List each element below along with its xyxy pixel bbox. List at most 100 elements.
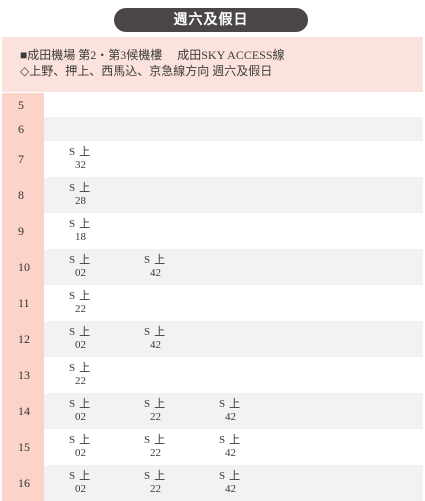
departure-minute: 22 <box>150 447 161 459</box>
departure-cells <box>44 117 423 141</box>
destination-mark: 上 <box>79 182 91 194</box>
departure[interactable]: S 上 42 <box>219 398 253 424</box>
hour-row: 14 S 上 02 S 上 22 S 上 42 <box>2 393 423 429</box>
departure-tags: S上 <box>69 290 103 303</box>
departure[interactable]: S 上 02 <box>69 470 103 496</box>
train-type: S <box>144 254 151 266</box>
train-type: S <box>69 362 76 374</box>
departure-minute: 18 <box>75 231 86 243</box>
destination-mark: 上 <box>79 146 91 158</box>
route-info: ■成田機場 第2・第3候機樓 成田SKY ACCESS線 ◇上野、押上、西馬込、… <box>2 37 423 92</box>
hour-label: 12 <box>2 321 44 357</box>
departure-minute: 22 <box>75 375 86 387</box>
hour-label: 6 <box>2 117 44 141</box>
destination-mark: 上 <box>79 218 91 230</box>
departure-tags: S上 <box>219 434 253 447</box>
departure[interactable]: S 上 02 <box>69 398 103 424</box>
departure-tags: S上 <box>144 326 178 339</box>
departure-cells: S 上 02 S 上 42 <box>44 321 423 357</box>
hour-label: 13 <box>2 357 44 393</box>
departure-minute: 32 <box>75 159 86 171</box>
departure-cells: S 上 02 S 上 42 <box>44 249 423 285</box>
departure-tags: S上 <box>69 326 103 339</box>
hour-label: 11 <box>2 285 44 321</box>
destination-mark: 上 <box>154 434 166 446</box>
departure-cells: S 上 18 <box>44 213 423 249</box>
departure-tags: S上 <box>69 434 103 447</box>
train-type: S <box>144 398 151 410</box>
departure[interactable]: S 上 42 <box>144 254 178 280</box>
hour-row: 5 <box>2 93 423 117</box>
train-type: S <box>69 326 76 338</box>
departure[interactable]: S 上 42 <box>219 434 253 460</box>
departure-tags: S上 <box>69 470 103 483</box>
hour-label: 7 <box>2 141 44 177</box>
departure-tags: S上 <box>144 254 178 267</box>
hour-label: 16 <box>2 465 44 501</box>
departure[interactable]: S 上 02 <box>69 434 103 460</box>
destination-mark: 上 <box>154 470 166 482</box>
departure[interactable]: S 上 02 <box>69 326 103 352</box>
departure-tags: S上 <box>219 470 253 483</box>
departure-tags: S上 <box>69 182 103 195</box>
hour-label: 15 <box>2 429 44 465</box>
destination-mark: 上 <box>79 326 91 338</box>
train-type: S <box>144 470 151 482</box>
departure[interactable]: S 上 18 <box>69 218 103 244</box>
train-type: S <box>69 182 76 194</box>
train-type: S <box>69 254 76 266</box>
departure-minute: 02 <box>75 411 86 423</box>
hour-row: 6 <box>2 117 423 141</box>
departure-minute: 02 <box>75 483 86 495</box>
departure-minute: 22 <box>150 483 161 495</box>
departure-tags: S上 <box>69 254 103 267</box>
train-type: S <box>69 398 76 410</box>
destination-mark: 上 <box>79 362 91 374</box>
hour-row: 13 S 上 22 <box>2 357 423 393</box>
destination-mark: 上 <box>229 398 241 410</box>
hour-label: 8 <box>2 177 44 213</box>
destination-mark: 上 <box>79 434 91 446</box>
departure[interactable]: S 上 22 <box>144 398 178 424</box>
departure-minute: 42 <box>225 447 236 459</box>
destination-mark: 上 <box>79 254 91 266</box>
departure[interactable]: S 上 22 <box>144 470 178 496</box>
destination-mark: 上 <box>229 470 241 482</box>
destination-mark: 上 <box>79 290 91 302</box>
departure[interactable]: S 上 28 <box>69 182 103 208</box>
destination-mark: 上 <box>229 434 241 446</box>
hour-label: 9 <box>2 213 44 249</box>
train-type: S <box>69 434 76 446</box>
destination-mark: 上 <box>154 398 166 410</box>
departure-tags: S上 <box>144 398 178 411</box>
departure[interactable]: S 上 22 <box>69 290 103 316</box>
departure-minute: 02 <box>75 447 86 459</box>
destination-mark: 上 <box>154 254 166 266</box>
train-type: S <box>219 398 226 410</box>
departure-cells: S 上 28 <box>44 177 423 213</box>
departure[interactable]: S 上 22 <box>144 434 178 460</box>
departure-cells: S 上 32 <box>44 141 423 177</box>
destination-mark: 上 <box>154 326 166 338</box>
departure-cells: S 上 02 S 上 22 S 上 42 <box>44 429 423 465</box>
departure-tags: S上 <box>69 218 103 231</box>
day-type-title: 週六及假日 <box>114 8 308 32</box>
departure[interactable]: S 上 32 <box>69 146 103 172</box>
departure[interactable]: S 上 02 <box>69 254 103 280</box>
hour-label: 14 <box>2 393 44 429</box>
departure-tags: S上 <box>219 398 253 411</box>
departure[interactable]: S 上 42 <box>219 470 253 496</box>
destination-mark: 上 <box>79 398 91 410</box>
departure-tags: S上 <box>69 362 103 375</box>
departure-minute: 42 <box>225 411 236 423</box>
hour-label: 10 <box>2 249 44 285</box>
train-type: S <box>219 470 226 482</box>
departure[interactable]: S 上 22 <box>69 362 103 388</box>
timetable-grid: 5 6 7 S 上 32 8 S 上 28 9 S 上 18 10 S 上 02 S 上 42 11 S 上 22 12 S 上 02 S… <box>2 93 423 501</box>
departure[interactable]: S 上 42 <box>144 326 178 352</box>
hour-row: 9 S 上 18 <box>2 213 423 249</box>
departure-minute: 22 <box>150 411 161 423</box>
departure-minute: 02 <box>75 339 86 351</box>
departure-minute: 42 <box>225 483 236 495</box>
departure-tags: S上 <box>144 470 178 483</box>
